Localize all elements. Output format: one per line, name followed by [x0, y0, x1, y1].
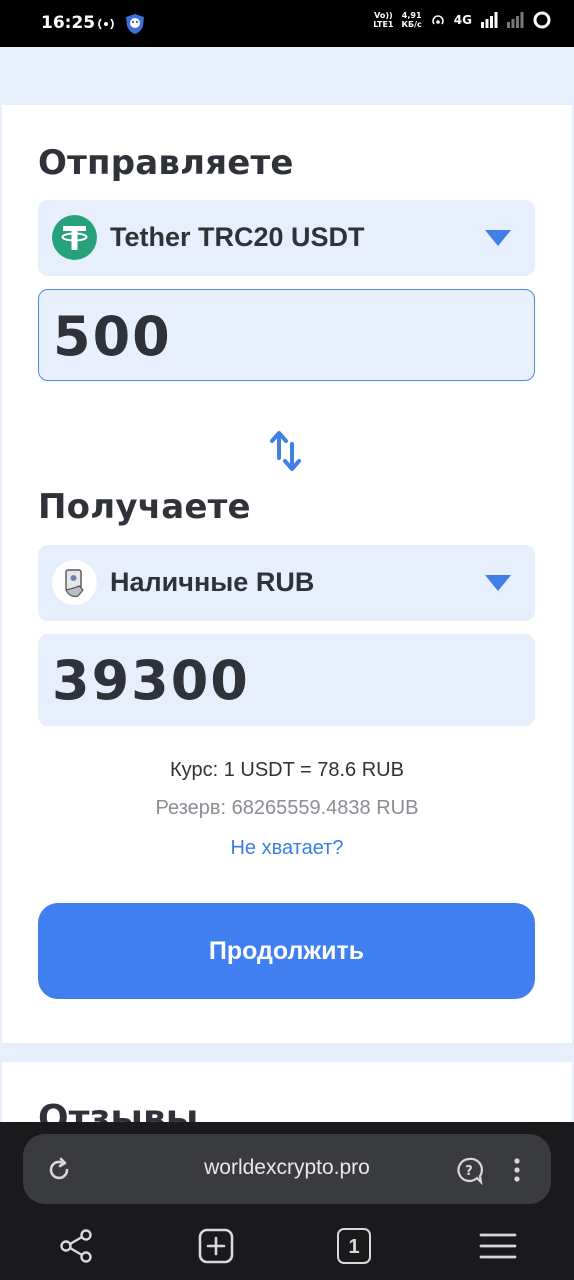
more-vertical-icon[interactable]	[501, 1154, 533, 1186]
top-strip	[0, 47, 574, 105]
volte-indicator: Vo)) LTE1	[373, 11, 393, 29]
send-currency-select[interactable]: Tether TRC20 USDT	[38, 200, 535, 276]
browser-bottom-bar: worldexcrypto.pro ? 1	[0, 1122, 574, 1280]
speed-unit: КБ/с	[401, 20, 422, 29]
browser-nav-row: 1	[0, 1218, 574, 1274]
receive-currency-label: Наличные RUB	[110, 567, 315, 597]
battery-ring-icon	[533, 11, 551, 29]
send-title: Отправляете	[38, 143, 294, 183]
speed-indicator: 4,91 КБ/с	[401, 11, 421, 29]
not-enough-link-wrap: Не хватает?	[0, 837, 574, 860]
cash-icon	[52, 560, 97, 605]
receive-amount-input[interactable]	[52, 644, 512, 716]
not-enough-link[interactable]: Не хватает?	[230, 837, 343, 859]
swap-arrows-icon[interactable]	[268, 428, 306, 474]
shield-app-icon	[126, 14, 144, 34]
send-amount-input[interactable]	[53, 300, 513, 372]
status-time: 16:25	[41, 13, 96, 33]
menu-icon[interactable]	[478, 1226, 518, 1266]
tether-icon	[52, 215, 97, 260]
chevron-down-icon	[485, 575, 511, 591]
receive-currency-select[interactable]: Наличные RUB	[38, 545, 535, 621]
speed-value: 4,91	[401, 11, 422, 20]
receive-amount-field[interactable]	[38, 634, 535, 726]
volte-top: Vo))	[374, 11, 393, 20]
send-amount-field[interactable]	[38, 289, 535, 381]
volte-bottom: LTE1	[373, 20, 394, 29]
receive-title: Получаете	[38, 487, 251, 527]
hotspot-signal-icon	[432, 15, 444, 25]
tabs-counter-button[interactable]: 1	[337, 1228, 371, 1264]
network-type: 4G	[453, 13, 472, 27]
svg-text:?: ?	[465, 1164, 473, 1179]
hotspot-icon	[98, 18, 114, 30]
send-currency-label: Tether TRC20 USDT	[110, 222, 365, 252]
reserve-amount: Резерв: 68265559.4838 RUB	[155, 797, 419, 819]
status-right: Vo)) LTE1 4,91 КБ/с 4G	[373, 10, 552, 30]
signal-full-icon	[481, 12, 498, 28]
continue-button[interactable]: Продолжить	[38, 903, 535, 999]
new-tab-icon[interactable]	[196, 1226, 236, 1266]
ai-help-icon[interactable]: ?	[453, 1154, 485, 1186]
status-bar: 16:25 Vo)) LTE1 4,91 КБ/с 4G	[0, 0, 574, 47]
share-icon[interactable]	[56, 1226, 96, 1266]
exchange-rate: Курс: 1 USDT = 78.6 RUB	[170, 759, 404, 781]
chevron-down-icon	[485, 230, 511, 246]
address-bar[interactable]: worldexcrypto.pro ?	[23, 1134, 551, 1204]
status-left-icons	[96, 13, 146, 35]
signal-weak-icon	[507, 12, 524, 28]
